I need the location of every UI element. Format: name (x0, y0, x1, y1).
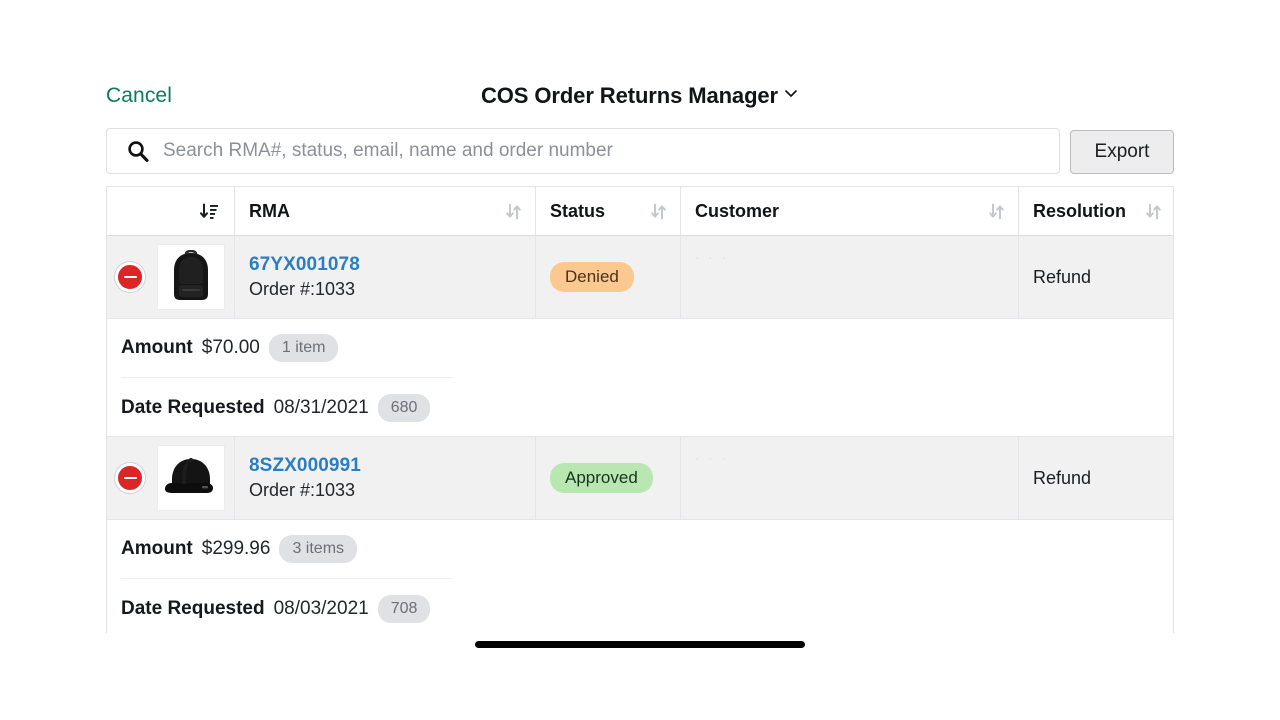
search-icon (126, 139, 150, 163)
table-row[interactable]: 67YX001078 Order #:1033 Denied · · · Ref… (107, 236, 1173, 319)
detail-item-count-pill: 1 item (268, 334, 339, 362)
sort-both-icon[interactable] (987, 202, 1006, 221)
table-header-row: RMA Status Customer Resolution (107, 187, 1173, 236)
backpack-thumbnail (157, 244, 225, 310)
page-title-text[interactable]: COS Order Returns Manager (481, 83, 778, 108)
minus-glyph (123, 275, 137, 279)
detail-amount: Amount $70.00 1 item (121, 319, 453, 378)
rma-cell: 67YX001078 Order #:1033 (235, 236, 536, 318)
detail-amount-label: Amount (121, 538, 193, 559)
returns-table: RMA Status Customer Resolution 67YX00107… (106, 186, 1174, 633)
customer-cell: · · · (681, 236, 1019, 318)
order-number: Order #:1033 (249, 480, 356, 500)
resolution-value: Refund (1033, 266, 1092, 287)
column-header-control[interactable] (107, 187, 235, 235)
resolution-cell: Refund (1019, 236, 1173, 318)
detail-days-pill: 708 (377, 594, 431, 623)
status-cell: Denied (536, 236, 681, 318)
sort-both-icon[interactable] (649, 202, 668, 221)
rma-link[interactable]: 8SZX000991 (249, 455, 361, 477)
column-header-customer-label: Customer (695, 200, 780, 221)
status-cell: Approved (536, 437, 681, 519)
status-badge: Approved (550, 463, 653, 493)
home-indicator[interactable] (475, 641, 805, 648)
detail-date-requested: Date Requested 08/31/2021 680 (121, 378, 453, 437)
detail-amount-value: $70.00 (201, 337, 260, 358)
row-controls (107, 437, 235, 519)
column-header-resolution[interactable]: Resolution (1019, 187, 1173, 235)
column-header-status-label: Status (550, 200, 606, 221)
minus-glyph (123, 476, 137, 480)
search-box[interactable] (106, 128, 1060, 174)
search-toolbar: Export (106, 128, 1174, 176)
row-detail: Amount $70.00 1 item Date Requested 08/3… (107, 319, 1173, 437)
customer-cell: · · · (681, 437, 1019, 519)
search-input[interactable] (163, 136, 1059, 166)
sort-both-icon[interactable] (1144, 202, 1163, 221)
sort-both-icon[interactable] (504, 202, 523, 221)
column-header-rma[interactable]: RMA (235, 187, 536, 235)
detail-item-count-pill: 3 items (279, 535, 358, 563)
order-number: Order #:1033 (249, 279, 356, 299)
column-header-status[interactable]: Status (536, 187, 681, 235)
detail-amount-label: Amount (121, 337, 193, 358)
resolution-cell: Refund (1019, 437, 1173, 519)
detail-date-requested: Date Requested 08/03/2021 708 (121, 579, 453, 633)
status-badge: Denied (550, 262, 634, 292)
app-root: Cancel COS Order Returns Manager Export (0, 0, 1280, 720)
minus-circle-icon[interactable] (115, 463, 145, 493)
resolution-value: Refund (1033, 467, 1092, 488)
cap-thumbnail (157, 445, 225, 511)
column-header-rma-label: RMA (249, 200, 290, 221)
detail-amount: Amount $299.96 3 items (121, 520, 453, 579)
detail-date-value: 08/03/2021 (273, 597, 369, 619)
minus-circle-icon[interactable] (115, 262, 145, 292)
chevron-down-icon[interactable] (783, 85, 799, 101)
row-detail: Amount $299.96 3 items Date Requested 08… (107, 520, 1173, 633)
page-title: COS Order Returns Manager (0, 76, 1280, 116)
row-controls (107, 236, 235, 318)
rma-link[interactable]: 67YX001078 (249, 254, 360, 276)
rma-cell: 8SZX000991 Order #:1033 (235, 437, 536, 519)
column-header-customer[interactable]: Customer (681, 187, 1019, 235)
table-row[interactable]: 8SZX000991 Order #:1033 Approved · · · R… (107, 437, 1173, 520)
app-header: Cancel COS Order Returns Manager (0, 76, 1280, 116)
detail-date-value: 08/31/2021 (273, 396, 369, 418)
customer-name-redacted: · · · (695, 451, 729, 465)
detail-date-label: Date Requested (121, 597, 265, 619)
customer-name-redacted: · · · (695, 250, 729, 264)
export-button[interactable]: Export (1070, 130, 1174, 174)
detail-days-pill: 680 (377, 393, 431, 422)
sort-descending-icon[interactable] (199, 201, 220, 222)
column-header-resolution-label: Resolution (1033, 200, 1126, 221)
detail-amount-value: $299.96 (201, 538, 271, 559)
detail-date-label: Date Requested (121, 396, 265, 418)
